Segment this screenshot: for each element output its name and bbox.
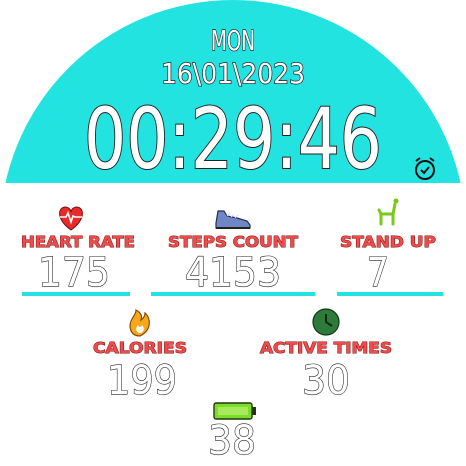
- chair-icon: [377, 198, 399, 226]
- battery-icon: [213, 402, 256, 420]
- stand-up-underline: [337, 292, 443, 296]
- day-label: MON: [211, 24, 255, 57]
- watch-face-svg: MON 16\01\2023 00:29:46 HEART RATE 175 S…: [0, 0, 466, 465]
- date-label: 16\01\2023: [161, 57, 305, 90]
- time-display: 00:29:46: [84, 90, 382, 188]
- stand-up-label: STAND UP: [340, 233, 436, 251]
- sneaker-icon: [215, 210, 251, 229]
- active-times-label: ACTIVE TIMES: [260, 339, 392, 357]
- steps-value: 4153: [185, 250, 281, 296]
- calories-label: CALORIES: [93, 339, 187, 357]
- heart-rate-label: HEART RATE: [21, 233, 135, 251]
- stand-up-value: 7: [367, 250, 389, 296]
- heart-rate-value: 175: [38, 250, 110, 296]
- steps-label: STEPS COUNT: [168, 233, 299, 251]
- steps-underline: [151, 292, 315, 296]
- heart-rate-icon: [59, 206, 83, 231]
- active-times-value: 30: [302, 358, 350, 404]
- watch-face: MON 16\01\2023 00:29:46 HEART RATE 175 S…: [0, 0, 466, 466]
- heart-rate-underline: [22, 292, 130, 296]
- calories-value: 199: [107, 358, 177, 404]
- flame-icon: [129, 309, 150, 337]
- battery-value: 38: [208, 418, 256, 464]
- clock-icon: [312, 308, 340, 336]
